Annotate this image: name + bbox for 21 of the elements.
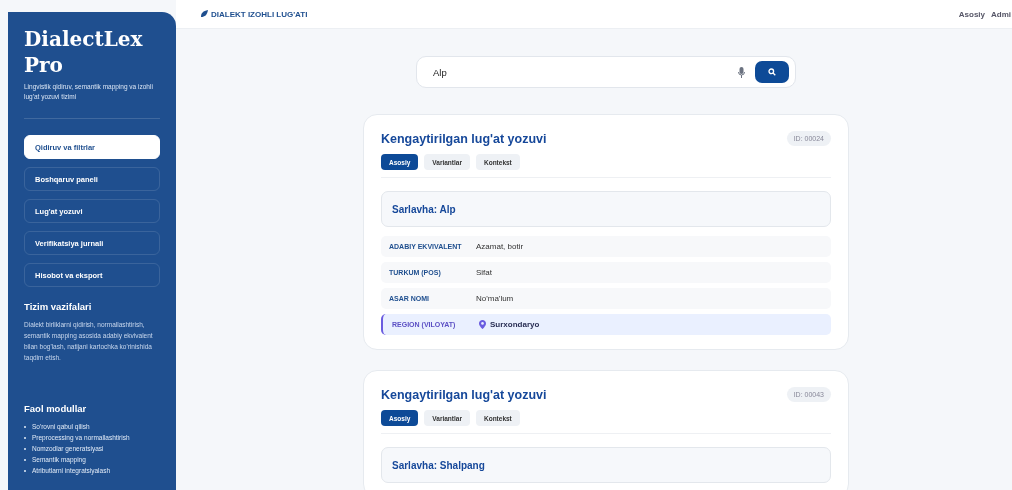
entry-heading: Sarlavha: Shalpang — [381, 447, 831, 483]
leaf-icon — [200, 10, 208, 18]
card-title: Kengaytirilgan lug'at yozuvi — [381, 131, 547, 146]
microphone-icon[interactable] — [738, 66, 745, 78]
search-field[interactable]: Alp — [416, 56, 796, 88]
section-heading: Faol modullar — [24, 403, 88, 414]
field-value: Sifat — [476, 268, 492, 277]
app-title: DialectLex Pro — [24, 26, 144, 78]
entry-heading: Sarlavha: Alp — [381, 191, 831, 227]
search-input[interactable]: Alp — [431, 65, 738, 79]
field-value: No'ma'lum — [476, 294, 514, 303]
card-title: Kengaytirilgan lug'at yozuvi — [381, 387, 547, 402]
section-heading: Tizim vazifalari — [24, 301, 93, 312]
brand-name: DIALEKT IZOHLI LUG'ATI — [211, 9, 308, 19]
search-button[interactable] — [755, 61, 789, 83]
field-value: Surxondaryo — [490, 320, 540, 329]
location-pin-icon — [479, 320, 486, 329]
search-icon — [768, 68, 776, 76]
nav-link[interactable]: Asosiy — [958, 9, 985, 19]
nav-link[interactable]: Admi — [991, 9, 1011, 19]
field-value: Azamat, botir — [476, 242, 524, 251]
